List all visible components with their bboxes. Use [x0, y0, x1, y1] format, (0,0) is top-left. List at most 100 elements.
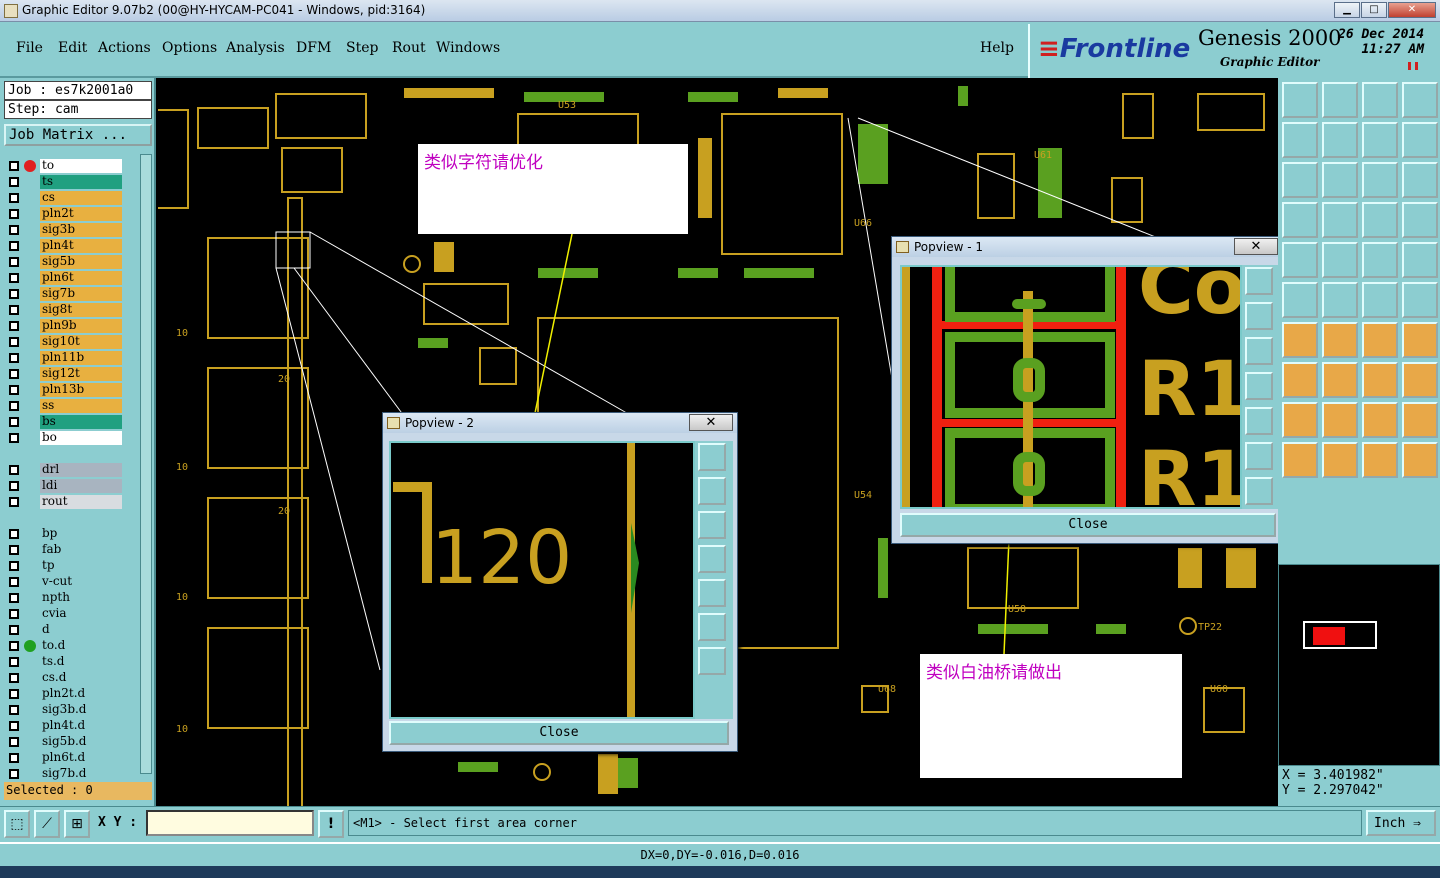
layer-scrollbar[interactable] [140, 154, 152, 774]
cursor-free-icon[interactable] [1402, 442, 1438, 478]
layer-checkbox[interactable] [9, 593, 19, 603]
pan-up-icon[interactable] [698, 477, 726, 505]
menu-options[interactable]: Options [162, 40, 217, 56]
layer-checkbox[interactable] [9, 673, 19, 683]
layer-row[interactable]: bo [4, 430, 138, 446]
drill-icon[interactable] [1402, 202, 1438, 238]
layer-name[interactable]: ss [40, 399, 122, 413]
layer-checkbox[interactable] [9, 353, 19, 363]
layer-row[interactable]: to [4, 158, 138, 174]
layer-name[interactable]: cs [40, 191, 122, 205]
layer-row[interactable]: pln4t.d [4, 718, 138, 734]
rotate-icon[interactable] [1362, 322, 1398, 358]
help-icon[interactable] [1402, 162, 1438, 198]
layer-row[interactable]: ts.d [4, 654, 138, 670]
menu-actions[interactable]: Actions [98, 40, 151, 56]
layer-row[interactable]: drl [4, 462, 138, 478]
fit-icon[interactable] [1362, 122, 1398, 158]
layer-name[interactable]: rout [40, 495, 122, 509]
cross-icon[interactable] [1322, 282, 1358, 318]
popview-2-close-x[interactable]: ✕ [689, 414, 733, 431]
zoom-out-icon[interactable] [1245, 477, 1273, 505]
layer-row[interactable]: cs [4, 190, 138, 206]
layer-checkbox[interactable] [9, 209, 19, 219]
join-icon[interactable] [1282, 362, 1318, 398]
close-button[interactable]: ✕ [1388, 2, 1436, 18]
menu-step[interactable]: Step [346, 40, 378, 56]
graphic-canvas[interactable]: 10 10 10 10 20 20 U66 U61 U60 U58 U54 U53 U68 T… [158, 78, 1278, 806]
layer-name[interactable]: pln4t.d [40, 719, 122, 733]
popview-1-close-button[interactable]: Close [900, 513, 1276, 537]
layer-name[interactable]: sig3b [40, 223, 122, 237]
layer-row[interactable]: pln6t [4, 270, 138, 286]
layer-row[interactable]: pln9b [4, 318, 138, 334]
zoom-in-icon[interactable] [1245, 267, 1273, 295]
layer-checkbox[interactable] [9, 369, 19, 379]
layer-name[interactable]: d [40, 623, 122, 637]
layer-name[interactable]: cvia [40, 607, 122, 621]
window-icon[interactable] [1402, 82, 1438, 118]
layer-row[interactable]: sig5b.d [4, 734, 138, 750]
layer-row[interactable]: pln13b [4, 382, 138, 398]
layer-row[interactable]: pln6t.d [4, 750, 138, 766]
layer-checkbox[interactable] [9, 545, 19, 555]
cursor-icon[interactable] [1282, 442, 1318, 478]
snap-tool-icon[interactable]: ⊞ [64, 810, 90, 838]
layer-checkbox[interactable] [9, 241, 19, 251]
zoom-out-icon[interactable] [698, 647, 726, 675]
layer-checkbox[interactable] [9, 385, 19, 395]
minimize-button[interactable]: ▁ [1334, 2, 1360, 18]
layer-checkbox[interactable] [9, 737, 19, 747]
layer-name[interactable]: sig10t [40, 335, 122, 349]
circle-icon[interactable] [1402, 242, 1438, 278]
layer-name[interactable]: sig12t [40, 367, 122, 381]
layer-checkbox[interactable] [9, 417, 19, 427]
angle-icon[interactable] [1282, 322, 1318, 358]
layer-row[interactable]: npth [4, 590, 138, 606]
layer-checkbox[interactable] [9, 705, 19, 715]
layer-row[interactable]: sig8t [4, 302, 138, 318]
line-icon[interactable] [1322, 242, 1358, 278]
move-left-icon[interactable] [1282, 122, 1318, 158]
layer-name[interactable]: ts [40, 175, 122, 189]
menu-file[interactable]: File [16, 40, 43, 56]
layer-row[interactable]: sig3b.d [4, 702, 138, 718]
layer-checkbox[interactable] [9, 305, 19, 315]
layer-checkbox[interactable] [9, 433, 19, 443]
layer-checkbox[interactable] [9, 273, 19, 283]
node-icon[interactable] [1282, 282, 1318, 318]
layer-row[interactable]: ldi [4, 478, 138, 494]
pan-left-icon[interactable] [698, 545, 726, 573]
layer-name[interactable]: pln2t [40, 207, 122, 221]
layer-row[interactable]: bp [4, 526, 138, 542]
connect-red-icon[interactable] [1402, 282, 1438, 318]
layer-checkbox[interactable] [9, 529, 19, 539]
alert-icon[interactable]: ! [318, 810, 344, 838]
popview-2-close-button[interactable]: Close [389, 721, 729, 745]
layer-row[interactable]: sig3b [4, 222, 138, 238]
layer-checkbox[interactable] [9, 769, 19, 779]
popview-2-view[interactable]: 120 [389, 441, 695, 719]
measure-icon[interactable] [1362, 362, 1398, 398]
layer-checkbox[interactable] [9, 225, 19, 235]
pan-down-icon[interactable] [1245, 337, 1273, 365]
arc-icon[interactable] [1362, 402, 1398, 438]
pan-right-icon[interactable] [1245, 407, 1273, 435]
layer-checkbox[interactable] [9, 321, 19, 331]
layer-name[interactable]: fab [40, 543, 122, 557]
arc-down-icon[interactable] [1402, 402, 1438, 438]
ruler-icon[interactable] [1362, 242, 1398, 278]
layer-row[interactable]: pln4t [4, 238, 138, 254]
layer-row[interactable]: cs.d [4, 670, 138, 686]
layer-row[interactable]: ts [4, 174, 138, 190]
maximize-button[interactable]: □ [1361, 2, 1387, 18]
layer-name[interactable]: to.d [40, 639, 122, 653]
layer-row[interactable]: bs [4, 414, 138, 430]
layer-checkbox[interactable] [9, 577, 19, 587]
measure-tool-icon[interactable]: ⟋ [34, 810, 60, 838]
layer-name[interactable]: bp [40, 527, 122, 541]
layer-checkbox[interactable] [9, 193, 19, 203]
layer-row[interactable]: sig7b.d [4, 766, 138, 782]
layer-checkbox[interactable] [9, 481, 19, 491]
triangle-up-icon[interactable] [1322, 402, 1358, 438]
